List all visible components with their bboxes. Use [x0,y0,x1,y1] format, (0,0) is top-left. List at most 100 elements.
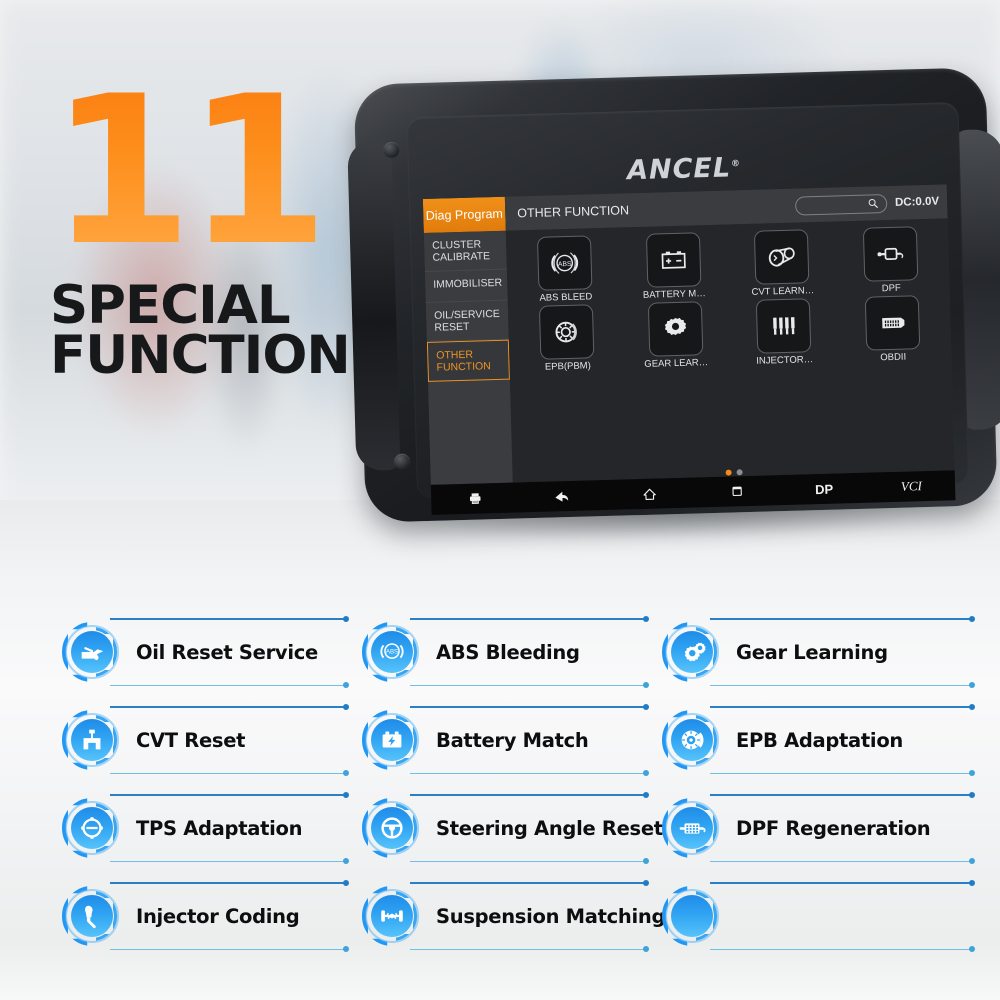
abs-icon: ABS [380,643,404,659]
tile-icon-box [864,295,920,351]
tab-diag-program[interactable]: Diag Program [422,196,506,233]
connector-line-top [710,792,975,797]
sidebar-item-other-function[interactable]: OTHER FUNCTION [426,339,510,383]
feature-dpf-regeneration[interactable]: DPF Regeneration [662,784,997,872]
feature-icon-wrap [362,798,422,858]
connector-line-top [110,792,349,797]
tile-dpf[interactable]: DPF [837,226,943,296]
feature-epb-adaptation[interactable]: EPB Adaptation [662,696,997,784]
tile-epb-pbm[interactable]: EPB(PBM) [514,304,620,374]
sidebar-item-oil-service-reset[interactable]: OIL/SERVICE RESET [425,300,509,343]
sidebar-item-cluster-calibrate[interactable]: CLUSTER CALIBRATE [423,230,507,273]
headline-block: 11 SPECIAL FUNCTIONS [50,70,390,383]
tile-icon-box [645,232,702,288]
connector-line-top [410,616,649,621]
feature-label: Injector Coding [136,904,300,928]
gear-icon [664,317,686,335]
home-icon [643,488,656,500]
nav-home-button[interactable] [606,485,694,502]
feature-cvt-reset[interactable]: CVT Reset [62,696,362,784]
feature-injector-coding[interactable]: Injector Coding [62,872,362,960]
feature-oil-reset-service[interactable]: Oil Reset Service [62,608,362,696]
tile-label: GEAR LEAR… [644,357,709,370]
connector-line-top [410,792,649,797]
feature-icon-wrap [62,710,122,770]
page-title: SPECIAL FUNCTIONS [50,279,390,383]
search-input[interactable] [794,193,888,216]
steering-wheel-icon [381,817,403,839]
feature-tps-adaptation[interactable]: TPS Adaptation [62,784,362,872]
screen-sidebar: CLUSTER CALIBRATE IMMOBILISER OIL/SERVIC… [423,230,513,485]
tablet-screen: Diag Program OTHER FUNCTION DC:0.0V CLUS… [422,184,955,485]
registered-mark: ® [730,159,742,170]
tablet-device: ANCEL® Diag Program OTHER FUNCTION DC:0.… [343,59,1000,557]
feature-label: ABS Bleeding [436,640,580,664]
svg-text:ABS: ABS [558,261,572,268]
headline-number: 11 [50,70,390,275]
nav-recents-button[interactable] [693,483,781,499]
nav-print-button[interactable] [431,490,519,506]
tile-icon-box: ABS [537,235,593,291]
dpf-icon [877,247,903,261]
feature-battery-match[interactable]: Battery Match [362,696,662,784]
icon-core [71,807,113,849]
feature-label: DPF Regeneration [736,816,931,840]
tile-abs-bleed[interactable]: ABS ABS BLEED [512,235,618,305]
back-arrow-icon [555,491,569,502]
feature-icon-wrap [662,798,722,858]
brake-disc-icon [555,321,578,343]
connector-line-bottom [110,682,349,688]
brand-text: ANCEL [626,152,732,187]
feature-label: CVT Reset [136,728,246,752]
pagination-dot-2[interactable] [736,469,743,476]
feature-icon-wrap [662,622,722,682]
connector-line-top [110,880,349,885]
feature-abs-bleeding[interactable]: ABS ABS Bleeding [362,608,662,696]
connector-line-top [110,704,349,709]
icon-core [671,631,713,673]
icon-core [71,631,113,673]
feature-empty-slot[interactable] [662,872,997,960]
icon-core [71,719,113,761]
pagination-dot-1[interactable] [725,469,732,476]
screw-bottom-left [393,453,411,470]
tile-cvt-learn[interactable]: CVT LEARN… [729,229,835,299]
screen-page-title: OTHER FUNCTION [517,203,630,221]
battery-icon [661,251,686,269]
feature-icon-wrap [662,886,722,946]
connector-line-bottom [410,682,649,688]
feature-suspension-matching[interactable]: Suspension Matching [362,872,666,960]
throttle-icon [81,817,103,839]
feature-label: Suspension Matching [436,904,666,928]
feature-gear-learning[interactable]: Gear Learning [662,608,997,696]
tile-label: INJECTOR… [756,354,814,367]
tile-label: OBDII [880,351,907,364]
abs-icon: ABS [551,252,579,274]
nav-back-button[interactable] [518,487,606,506]
feature-icon-wrap [362,710,422,770]
cvt-icon [769,247,795,267]
tablet-bezel: ANCEL® Diag Program OTHER FUNCTION DC:0.… [406,102,970,515]
feature-steering-angle-reset[interactable]: Steering Angle Reset [362,784,663,872]
injector-icon [773,317,795,335]
nav-vci-button[interactable]: VCI [868,477,956,495]
feature-icon-wrap: ABS [362,622,422,682]
tile-icon-box [754,229,810,285]
tile-icon-box [756,298,812,354]
svg-text:ABS: ABS [386,649,398,656]
tile-label: DPF [881,282,901,295]
printer-icon [469,493,481,505]
tile-icon-box [862,226,919,282]
feature-icon-wrap [362,886,422,946]
tile-icon-box [539,304,595,360]
tile-injector[interactable]: INJECTOR… [731,298,837,368]
screw-top-left [383,141,400,159]
tile-gear-learn[interactable]: GEAR LEAR… [622,301,728,371]
connector-line-bottom [410,770,649,776]
tile-obdii[interactable]: OBDII [839,294,945,364]
tile-battery-match[interactable]: BATTERY M… [620,232,726,302]
sidebar-item-immobiliser[interactable]: IMMOBILISER [424,269,508,304]
nav-dp-button[interactable]: DP [780,480,868,497]
connector-line-top [710,880,975,885]
icon-core [371,719,413,761]
